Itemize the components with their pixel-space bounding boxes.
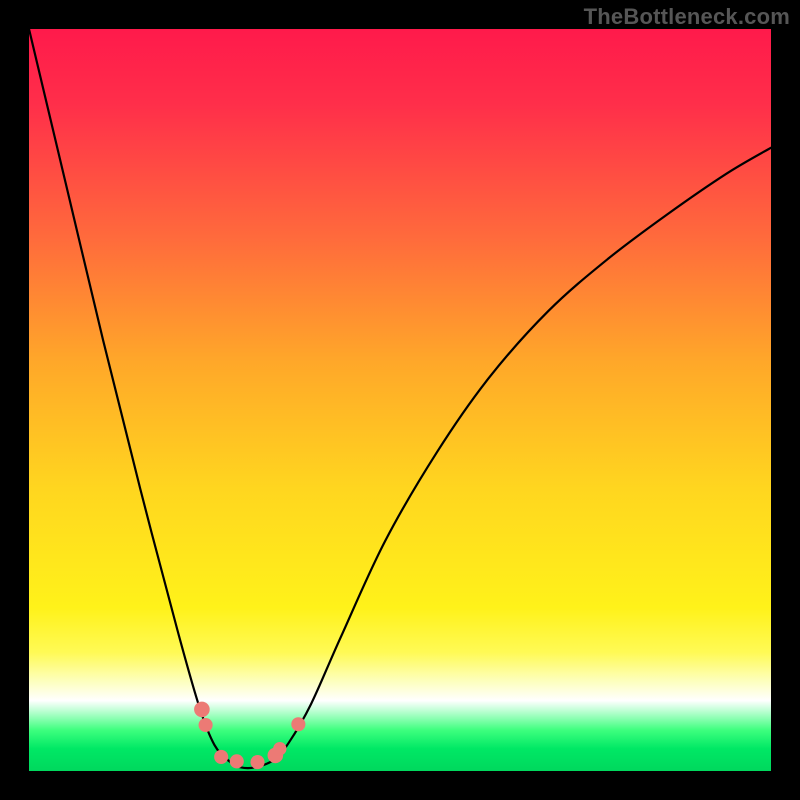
curve-marker xyxy=(230,754,244,768)
curve-marker xyxy=(214,750,228,764)
curve-marker xyxy=(199,718,213,732)
curve-marker xyxy=(291,717,305,731)
curve-marker xyxy=(273,742,286,755)
curve-marker xyxy=(194,702,210,718)
curve-layer xyxy=(29,29,771,771)
curve-marker xyxy=(250,755,264,769)
watermark-text: TheBottleneck.com xyxy=(584,4,790,30)
bottleneck-curve xyxy=(29,29,771,768)
chart-frame: TheBottleneck.com xyxy=(0,0,800,800)
plot-area xyxy=(29,29,771,771)
